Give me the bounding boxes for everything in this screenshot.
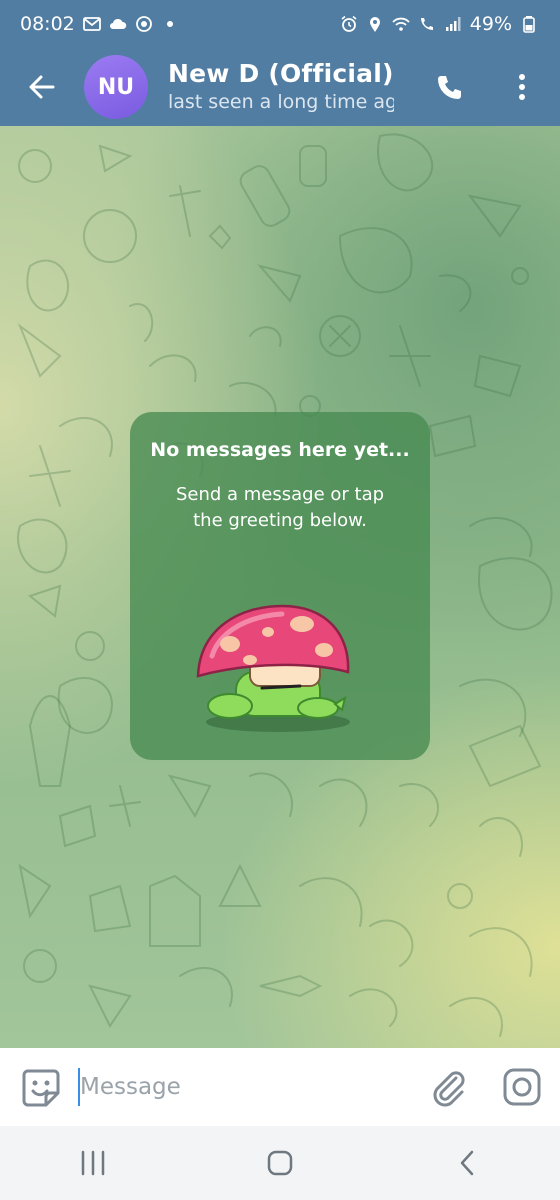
location-icon: [366, 15, 384, 33]
home-icon: [267, 1150, 293, 1176]
emoji-sticker-button[interactable]: [20, 1067, 62, 1109]
status-right: 49%: [340, 13, 538, 35]
status-time: 08:02: [20, 13, 75, 35]
status-left: 08:02: [20, 13, 179, 35]
dot-icon: [161, 15, 179, 33]
avatar[interactable]: NU: [84, 55, 148, 119]
attach-button[interactable]: [428, 1066, 470, 1108]
chat-title-block[interactable]: New D (Official) 69 last seen a long tim…: [168, 59, 394, 115]
call-button[interactable]: [420, 48, 480, 126]
chat-header: NU New D (Official) 69 last seen a long …: [0, 48, 560, 126]
chat-title: New D (Official) 69: [168, 59, 394, 88]
chat-area[interactable]: No messages here yet... Send a message o…: [0, 126, 560, 1048]
empty-chat-text: Send a message or tap the greeting below…: [175, 484, 385, 531]
sticker-smile-icon: [22, 1069, 60, 1107]
back-button[interactable]: [0, 48, 84, 126]
nav-back-button[interactable]: [427, 1126, 507, 1200]
status-bar: 08:02 49%: [0, 0, 560, 48]
message-input-bar: [0, 1048, 560, 1126]
battery-percent: 49%: [469, 13, 512, 35]
phone-icon: [438, 76, 461, 99]
signal-icon: [444, 15, 462, 33]
chat-subtitle: last seen a long time ago: [168, 91, 394, 113]
call-wifi-icon: [418, 15, 436, 33]
camera-icon: [503, 1068, 541, 1106]
app-icon: [135, 15, 153, 33]
camera-button[interactable]: [502, 1067, 542, 1107]
empty-chat-card: No messages here yet... Send a message o…: [130, 412, 430, 760]
home-button[interactable]: [240, 1126, 320, 1200]
system-nav-bar: [0, 1126, 560, 1200]
wifi-icon: [392, 15, 410, 33]
recent-apps-icon: [82, 1150, 105, 1176]
empty-chat-title: No messages here yet...: [150, 439, 410, 461]
gmail-icon: [82, 15, 101, 33]
more-options-button[interactable]: [496, 48, 548, 126]
mushroom-frog-sticker[interactable]: [190, 598, 370, 738]
more-vertical-icon: [519, 74, 525, 100]
back-icon: [460, 1150, 473, 1176]
battery-icon: [520, 15, 538, 33]
paperclip-icon: [433, 1071, 465, 1107]
alarm-icon: [340, 15, 358, 33]
arrow-left-icon: [29, 75, 55, 99]
recent-apps-button[interactable]: [53, 1126, 133, 1200]
message-input[interactable]: [80, 1066, 400, 1108]
cloud-icon: [109, 15, 127, 33]
